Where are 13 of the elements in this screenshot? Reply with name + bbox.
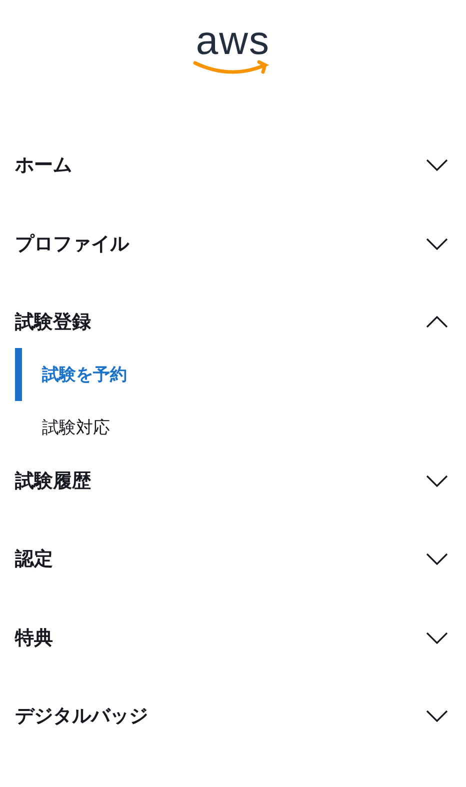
nav-item[interactable]: デジタルバッジ — [0, 677, 466, 756]
chevron-down-icon — [426, 474, 448, 487]
chevron-down-icon — [426, 238, 448, 250]
nav-item[interactable]: ホーム — [0, 126, 466, 204]
chevron-down-icon — [426, 710, 448, 722]
nav-item[interactable]: 特典 — [0, 598, 466, 677]
chevron-down-icon — [426, 159, 448, 172]
nav-item[interactable]: プロファイル — [0, 204, 466, 283]
chevron-down-icon — [426, 632, 448, 644]
logo-text: aws — [196, 22, 270, 60]
chevron-down-icon — [426, 553, 448, 566]
chevron-up-icon — [426, 316, 448, 328]
nav-item[interactable]: 認定 — [0, 520, 466, 598]
